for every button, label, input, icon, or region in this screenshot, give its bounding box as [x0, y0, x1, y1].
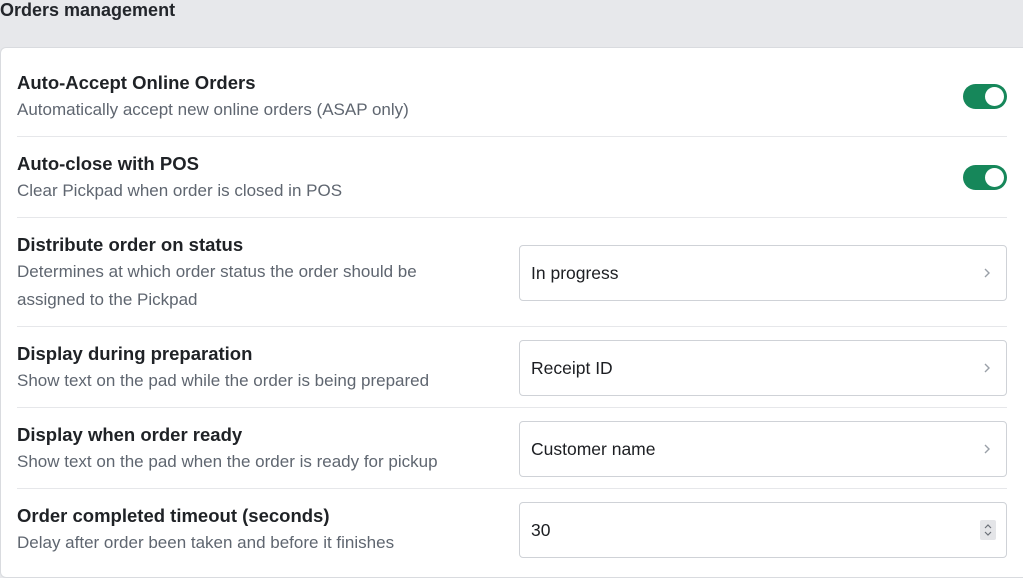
auto-close-toggle[interactable] [963, 165, 1007, 190]
timeout-number-input[interactable]: 30 [519, 502, 1007, 558]
setting-title: Order completed timeout (seconds) [17, 505, 330, 526]
input-value: 30 [531, 520, 551, 540]
select-value: Receipt ID [531, 358, 613, 378]
setting-row-display-ready: Display when order ready Show text on th… [17, 408, 1007, 489]
setting-description: Show text on the pad when the order is r… [17, 452, 438, 471]
setting-title: Auto-Accept Online Orders [17, 72, 256, 93]
setting-row-display-preparation: Display during preparation Show text on … [17, 327, 1007, 408]
setting-description: Clear Pickpad when order is closed in PO… [17, 181, 343, 200]
setting-description: Determines at which order status the ord… [17, 262, 417, 309]
setting-title: Auto-close with POS [17, 153, 199, 174]
display-preparation-select[interactable]: Receipt ID [519, 340, 1007, 396]
chevron-right-icon [984, 268, 990, 278]
setting-title: Display during preparation [17, 343, 253, 364]
display-ready-select[interactable]: Customer name [519, 421, 1007, 477]
setting-title: Distribute order on status [17, 234, 244, 255]
spinner-arrows-glyph [984, 524, 992, 536]
chevron-right-icon [984, 363, 990, 373]
toggle-knob [985, 87, 1004, 106]
setting-title: Display when order ready [17, 424, 243, 445]
setting-description: Show text on the pad while the order is … [17, 371, 430, 390]
setting-row-completed-timeout: Order completed timeout (seconds) Delay … [17, 489, 1007, 578]
select-value: In progress [531, 263, 619, 283]
select-value: Customer name [531, 439, 656, 459]
settings-card: Auto-Accept Online Orders Automatically … [0, 47, 1023, 578]
setting-row-distribute-status: Distribute order on status Determines at… [17, 218, 1007, 327]
distribute-status-select[interactable]: In progress [519, 245, 1007, 301]
section-title: Orders management [0, 0, 176, 20]
chevron-right-icon [984, 444, 990, 454]
spinner-arrows-icon[interactable] [980, 520, 996, 540]
setting-description: Automatically accept new online orders (… [17, 100, 409, 119]
auto-accept-toggle[interactable] [963, 84, 1007, 109]
setting-row-auto-accept: Auto-Accept Online Orders Automatically … [17, 48, 1007, 137]
toggle-knob [985, 168, 1004, 187]
setting-row-auto-close: Auto-close with POS Clear Pickpad when o… [17, 137, 1007, 218]
setting-description: Delay after order been taken and before … [17, 533, 395, 552]
